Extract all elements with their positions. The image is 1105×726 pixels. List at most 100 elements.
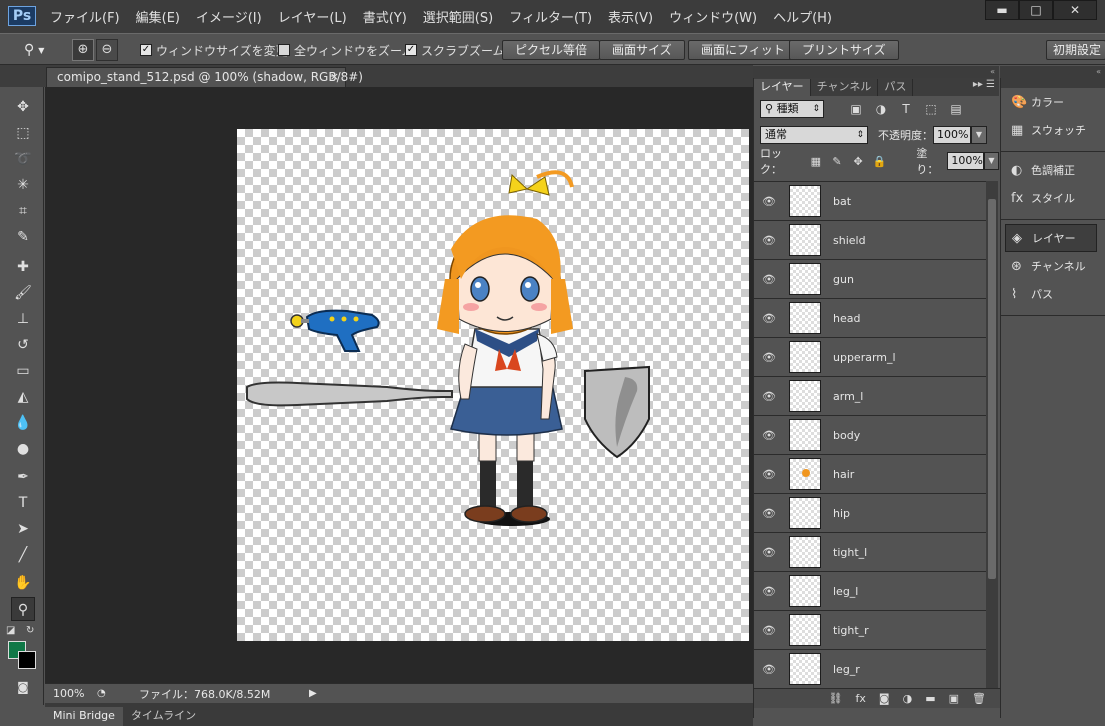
scrollbar-thumb[interactable] bbox=[988, 199, 996, 579]
menu-view[interactable]: 表示(V) bbox=[600, 7, 661, 26]
scrubby-zoom-option[interactable]: ✓ スクラブズーム bbox=[405, 34, 505, 66]
dock-item-paths[interactable]: ⌇ パス bbox=[1001, 280, 1105, 308]
blend-mode-select[interactable]: 通常 ⇕ bbox=[760, 126, 868, 144]
workspace-switcher[interactable]: 初期設定 bbox=[1046, 40, 1105, 60]
menu-window[interactable]: ウィンドウ(W) bbox=[661, 7, 765, 26]
status-doc-icon[interactable]: ◔ bbox=[97, 688, 111, 699]
visibility-eye-icon[interactable]: 👁 bbox=[754, 546, 784, 559]
close-tab-icon[interactable]: × bbox=[330, 68, 339, 86]
menu-filter[interactable]: フィルター(T) bbox=[501, 7, 600, 26]
crop-tool-icon[interactable]: ⌗ bbox=[11, 199, 35, 223]
status-menu-arrow-icon[interactable]: ▶ bbox=[309, 688, 317, 699]
lasso-tool-icon[interactable]: ➰ bbox=[11, 147, 35, 171]
new-adjustment-layer-icon[interactable]: ◑ bbox=[903, 692, 913, 705]
dock-item-color[interactable]: 🎨 カラー bbox=[1001, 88, 1105, 116]
visibility-eye-icon[interactable]: 👁 bbox=[754, 429, 784, 442]
eyedropper-tool-icon[interactable]: ✎ bbox=[11, 225, 35, 249]
dock-grip[interactable] bbox=[1001, 78, 1105, 88]
layer-list-scrollbar[interactable] bbox=[986, 181, 998, 688]
default-colors-icon[interactable]: ◪ bbox=[6, 625, 15, 636]
maximize-button[interactable]: □ bbox=[1019, 0, 1053, 20]
tab-layers[interactable]: レイヤー bbox=[754, 79, 811, 96]
tab-mini-bridge[interactable]: Mini Bridge bbox=[45, 707, 123, 726]
type-tool-icon[interactable]: T bbox=[11, 491, 35, 515]
paint-bucket-tool-icon[interactable]: ◭ bbox=[11, 385, 35, 409]
dock-item-adjustments[interactable]: ◐ 色調補正 bbox=[1001, 156, 1105, 184]
menu-type[interactable]: 書式(Y) bbox=[355, 7, 415, 26]
visibility-eye-icon[interactable]: 👁 bbox=[754, 624, 784, 637]
layer-row[interactable]: 👁 upperarm_l bbox=[754, 338, 986, 377]
layer-row[interactable]: 👁 shield bbox=[754, 221, 986, 260]
smart-object-filter-icon[interactable]: ▤ bbox=[948, 101, 964, 117]
resize-windows-option[interactable]: ✓ ウィンドウサイズを変更 bbox=[140, 34, 288, 66]
document-canvas[interactable] bbox=[237, 129, 749, 641]
visibility-eye-icon[interactable]: 👁 bbox=[754, 195, 784, 208]
tab-timeline[interactable]: タイムライン bbox=[123, 707, 204, 726]
new-group-icon[interactable]: ▬ bbox=[925, 692, 935, 705]
layer-row[interactable]: 👁 tight_r bbox=[754, 611, 986, 650]
magic-wand-tool-icon[interactable]: ✳ bbox=[11, 173, 35, 197]
stamp-tool-icon[interactable]: ⊥ bbox=[11, 307, 35, 331]
move-tool-icon[interactable]: ✥ bbox=[11, 95, 35, 119]
brush-tool-icon[interactable]: 🖌 bbox=[11, 281, 35, 305]
quick-mask-icon[interactable]: ◙ bbox=[11, 675, 35, 699]
minimize-button[interactable]: ▬ bbox=[985, 0, 1019, 20]
panel-menu-icon[interactable]: ▸▸ ☰ bbox=[973, 79, 995, 90]
layer-row[interactable]: 👁 leg_l bbox=[754, 572, 986, 611]
canvas-area[interactable] bbox=[45, 87, 753, 683]
layer-row[interactable]: 👁 hair bbox=[754, 455, 986, 494]
visibility-eye-icon[interactable]: 👁 bbox=[754, 312, 784, 325]
visibility-eye-icon[interactable]: 👁 bbox=[754, 390, 784, 403]
layer-filter-kind[interactable]: ⚲ 種類 ⇕ bbox=[760, 100, 824, 118]
layer-row[interactable]: 👁 tight_l bbox=[754, 533, 986, 572]
dock-item-layers[interactable]: ◈ レイヤー bbox=[1005, 224, 1097, 252]
menu-edit[interactable]: 編集(E) bbox=[128, 7, 188, 26]
lock-all-icon[interactable]: 🔒 bbox=[873, 155, 887, 168]
layer-row[interactable]: 👁 arm_l bbox=[754, 377, 986, 416]
dock-collapse-bar[interactable]: « bbox=[1000, 66, 1105, 78]
visibility-eye-icon[interactable]: 👁 bbox=[754, 468, 784, 481]
tab-paths[interactable]: パス bbox=[878, 79, 914, 96]
marquee-tool-icon[interactable]: ⬚ bbox=[11, 121, 35, 145]
line-tool-icon[interactable]: ╱ bbox=[11, 543, 35, 567]
background-color-swatch[interactable] bbox=[18, 651, 36, 669]
menu-file[interactable]: ファイル(F) bbox=[42, 7, 128, 26]
delete-layer-icon[interactable]: 🗑 bbox=[972, 692, 986, 705]
dock-item-swatches[interactable]: ▦ スウォッチ bbox=[1001, 116, 1105, 144]
lock-pixels-icon[interactable]: ✎ bbox=[830, 155, 843, 168]
fill-dropdown-icon[interactable]: ▼ bbox=[983, 152, 999, 170]
opacity-dropdown-icon[interactable]: ▼ bbox=[971, 126, 987, 144]
layer-row[interactable]: 👁 hip bbox=[754, 494, 986, 533]
tab-channels[interactable]: チャンネル bbox=[811, 79, 879, 96]
zoom-tool-icon[interactable]: ⚲ bbox=[11, 597, 35, 621]
visibility-eye-icon[interactable]: 👁 bbox=[754, 351, 784, 364]
pen-tool-icon[interactable]: ✒ bbox=[11, 465, 35, 489]
resize-windows-checkbox[interactable]: ✓ bbox=[140, 44, 152, 56]
dock-item-styles[interactable]: fx スタイル bbox=[1001, 184, 1105, 212]
new-layer-icon[interactable]: ▣ bbox=[949, 692, 959, 705]
layer-row[interactable]: 👁 body bbox=[754, 416, 986, 455]
status-zoom-level[interactable]: 100% bbox=[45, 687, 97, 700]
visibility-eye-icon[interactable]: 👁 bbox=[754, 273, 784, 286]
zoom-all-checkbox[interactable]: ✓ bbox=[278, 44, 290, 56]
layer-row[interactable]: 👁 leg_r bbox=[754, 650, 986, 688]
adjustment-filter-icon[interactable]: ◑ bbox=[873, 101, 889, 117]
layer-row[interactable]: 👁 head bbox=[754, 299, 986, 338]
opacity-input[interactable]: 100% bbox=[933, 126, 971, 144]
blur-tool-icon[interactable]: 💧 bbox=[11, 411, 35, 435]
layer-row[interactable]: 👁 gun bbox=[754, 260, 986, 299]
fill-screen-button[interactable]: 画面にフィット bbox=[688, 40, 798, 60]
menu-image[interactable]: イメージ(I) bbox=[188, 7, 270, 26]
lock-transparency-icon[interactable]: ▦ bbox=[809, 155, 822, 168]
zoom-in-button[interactable]: ⊕ bbox=[72, 39, 94, 61]
fit-screen-button[interactable]: 画面サイズ bbox=[599, 40, 685, 60]
actual-pixels-button[interactable]: ピクセル等倍 bbox=[502, 40, 601, 60]
pixel-filter-icon[interactable]: ▣ bbox=[848, 101, 864, 117]
swap-colors-icon[interactable]: ↻ bbox=[26, 625, 34, 636]
close-button[interactable]: ✕ bbox=[1053, 0, 1097, 20]
visibility-eye-icon[interactable]: 👁 bbox=[754, 507, 784, 520]
visibility-eye-icon[interactable]: 👁 bbox=[754, 234, 784, 247]
dock-item-channels[interactable]: ⊛ チャンネル bbox=[1001, 252, 1105, 280]
scrubby-zoom-checkbox[interactable]: ✓ bbox=[405, 44, 417, 56]
layer-style-icon[interactable]: fx bbox=[856, 692, 866, 705]
